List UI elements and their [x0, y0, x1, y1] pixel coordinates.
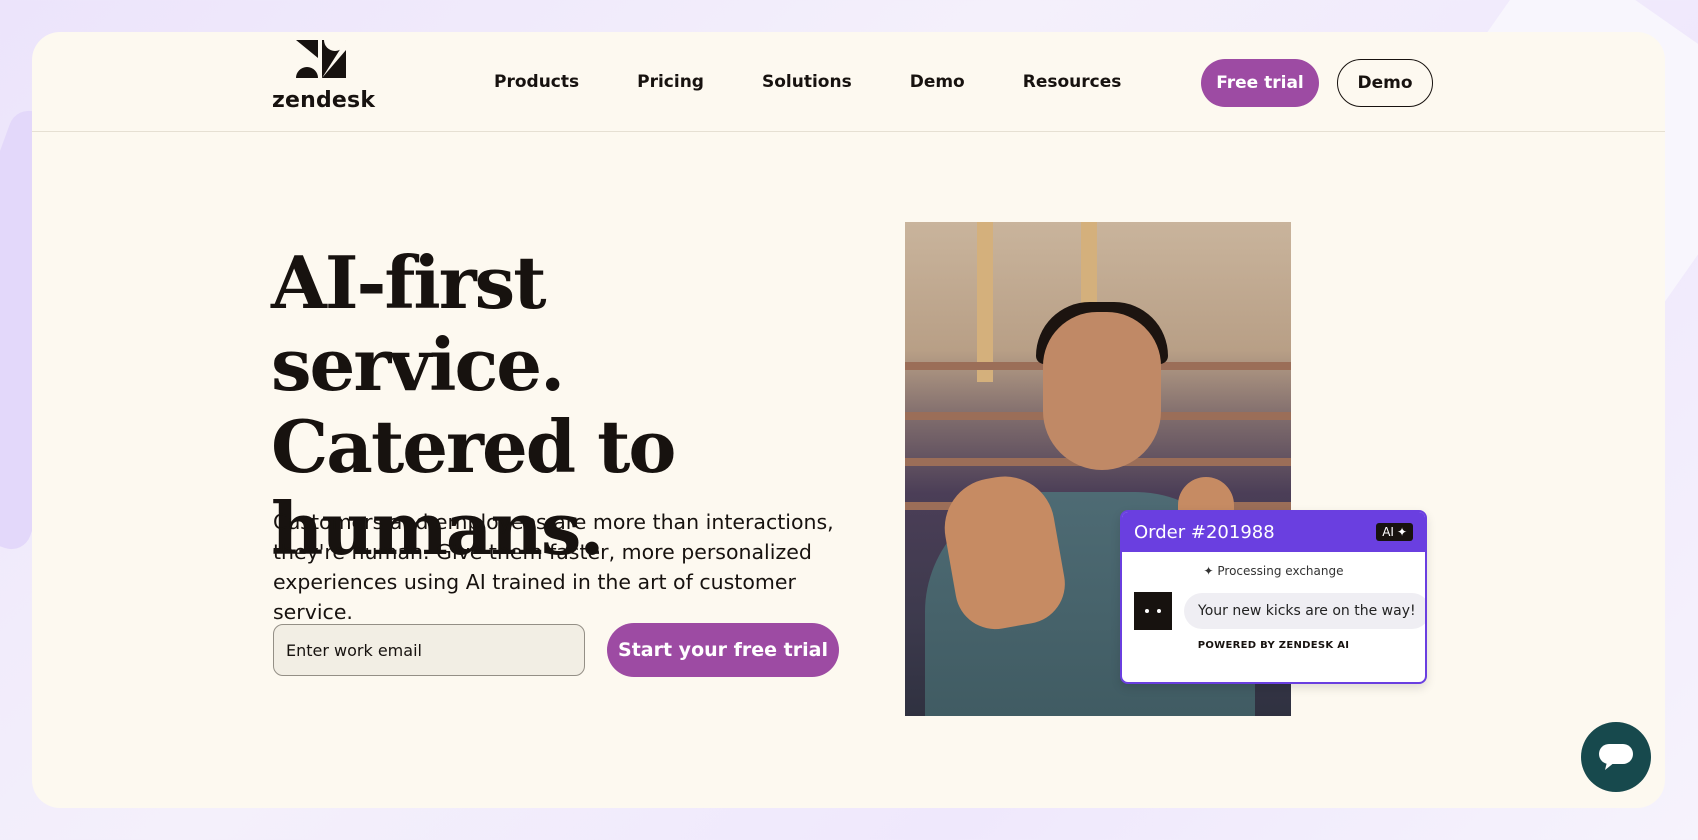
nav-item-solutions[interactable]: Solutions — [762, 72, 852, 92]
powered-by-label: POWERED BY ZENDESK AI — [1197, 640, 1350, 651]
header: zendesk Products Pricing Solutions Demo … — [32, 32, 1665, 132]
headline-line: Catered to — [271, 404, 676, 489]
processing-label: Processing exchange — [1217, 564, 1344, 578]
logo-text: zendesk — [272, 88, 376, 113]
demo-button[interactable]: Demo — [1337, 59, 1433, 107]
hero-subtext: Customers and employees are more than in… — [273, 510, 834, 624]
zendesk-logo-icon — [296, 40, 346, 78]
chat-card-header: Order #201988 AI ✦ — [1122, 512, 1425, 552]
zendesk-logo[interactable]: zendesk — [272, 40, 376, 120]
shelf-post — [977, 222, 993, 382]
nav-item-products[interactable]: Products — [494, 72, 579, 92]
ai-badge-label: AI — [1382, 525, 1394, 539]
person-face — [1043, 312, 1161, 470]
nav-item-demo[interactable]: Demo — [910, 72, 965, 92]
chat-message-row: Your new kicks are on the way! — [1134, 592, 1425, 630]
bot-avatar — [1134, 592, 1172, 630]
order-title: Order #201988 — [1134, 521, 1275, 543]
chat-bubble: Your new kicks are on the way! — [1184, 593, 1425, 629]
processing-status: ✦ Processing exchange — [1122, 564, 1425, 578]
order-chat-card: Order #201988 AI ✦ ✦ Processing exchange… — [1120, 510, 1427, 684]
sparkle-icon: ✦ — [1396, 525, 1407, 539]
free-trial-button[interactable]: Free trial — [1201, 59, 1319, 107]
chat-launcher-button[interactable] — [1581, 722, 1651, 792]
main-nav: Products Pricing Solutions Demo Resource… — [494, 72, 1121, 92]
nav-item-pricing[interactable]: Pricing — [637, 72, 704, 92]
work-email-input[interactable] — [273, 624, 585, 676]
nav-item-resources[interactable]: Resources — [1023, 72, 1122, 92]
page-card: zendesk Products Pricing Solutions Demo … — [32, 32, 1665, 808]
sparkle-icon: ✦ — [1203, 564, 1218, 578]
chat-bubble-icon — [1599, 744, 1633, 770]
ai-badge: AI ✦ — [1376, 523, 1413, 541]
headline-line: AI-first service. — [271, 240, 565, 407]
start-free-trial-button[interactable]: Start your free trial — [607, 623, 839, 677]
